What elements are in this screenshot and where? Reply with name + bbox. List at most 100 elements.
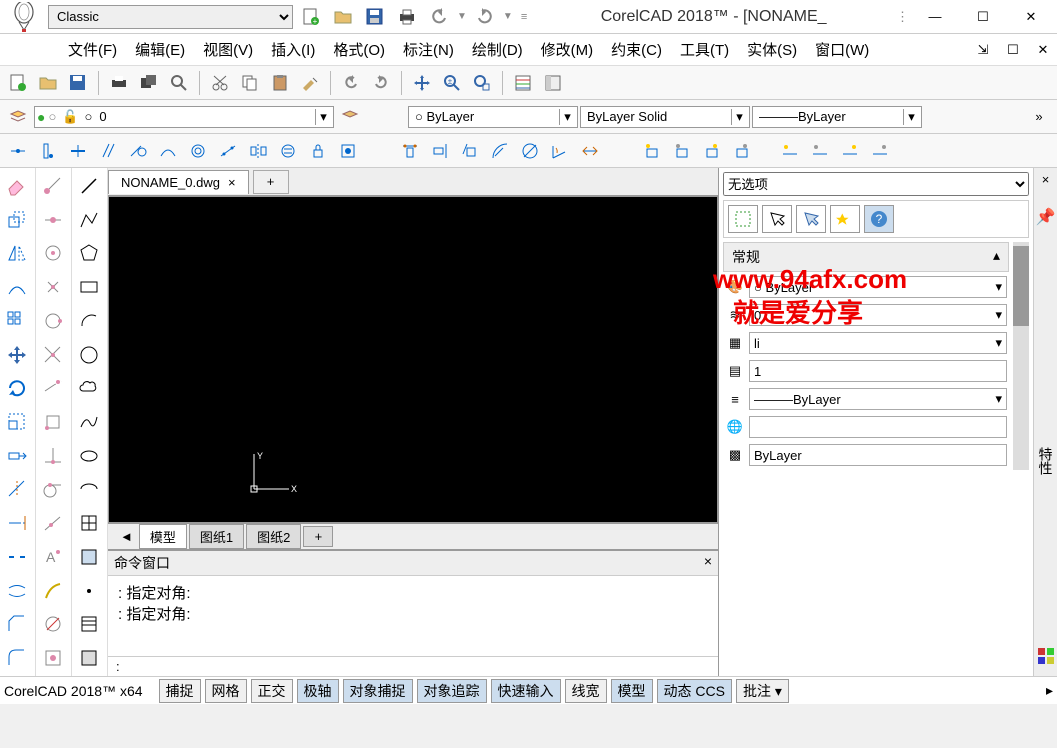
- point-icon[interactable]: [73, 575, 105, 607]
- menu-insert[interactable]: 插入(I): [263, 35, 323, 64]
- constraint-smooth-icon[interactable]: [154, 137, 182, 165]
- dim-show1-icon[interactable]: [776, 137, 804, 165]
- mdi-close-icon[interactable]: ✕: [1029, 36, 1057, 64]
- status-overflow-icon[interactable]: ▸: [1046, 682, 1053, 699]
- prop-blank[interactable]: [749, 416, 1007, 438]
- lineweight-combo[interactable]: ———ByLayer ▾: [752, 106, 922, 128]
- redo-icon-2[interactable]: [367, 69, 395, 97]
- paste-icon[interactable]: [266, 69, 294, 97]
- open-folder-icon[interactable]: [329, 3, 357, 31]
- zoom-realtime-icon[interactable]: ±: [438, 69, 466, 97]
- snap-endpoint-icon[interactable]: [37, 170, 69, 202]
- constraint-concentric-icon[interactable]: [184, 137, 212, 165]
- pan-icon[interactable]: [408, 69, 436, 97]
- copy-icon[interactable]: [236, 69, 264, 97]
- menu-modify[interactable]: 修改(M): [533, 35, 602, 64]
- snap-toggle[interactable]: 捕捉: [159, 679, 201, 703]
- show-dynamic-icon[interactable]: [698, 137, 726, 165]
- command-close-icon[interactable]: ×: [704, 553, 712, 573]
- dim-angular-icon[interactable]: [546, 137, 574, 165]
- menu-tools[interactable]: 工具(T): [672, 35, 737, 64]
- snap-parallel-icon[interactable]: [37, 575, 69, 607]
- close-button[interactable]: ✕: [1009, 3, 1053, 31]
- sheet-prev-icon[interactable]: ◄: [116, 529, 137, 544]
- dim-convert-icon[interactable]: [576, 137, 604, 165]
- polyline-icon[interactable]: [73, 204, 105, 236]
- join-icon[interactable]: [1, 575, 33, 607]
- save-icon[interactable]: [361, 3, 389, 31]
- color-combo[interactable]: ○ ByLayer ▾: [408, 106, 578, 128]
- ellipse-arc-icon[interactable]: [73, 474, 105, 506]
- otrack-toggle[interactable]: 对象追踪: [417, 679, 487, 703]
- new-doc-icon[interactable]: +: [297, 3, 325, 31]
- drawing-viewport[interactable]: YX: [108, 196, 718, 523]
- arc-icon[interactable]: [73, 305, 105, 337]
- undo-icon[interactable]: [425, 3, 453, 31]
- undo-drop[interactable]: ▼: [457, 11, 467, 22]
- select-obj-icon[interactable]: [762, 205, 792, 233]
- redo-icon[interactable]: [471, 3, 499, 31]
- snap-insertion-icon[interactable]: [37, 406, 69, 438]
- zoom-window-icon[interactable]: [468, 69, 496, 97]
- menu-dimension[interactable]: 标注(N): [395, 35, 462, 64]
- save-icon-2[interactable]: [64, 69, 92, 97]
- general-group[interactable]: 常规 ▴: [723, 242, 1009, 272]
- snap-settings-icon[interactable]: [37, 642, 69, 674]
- fillet-icon[interactable]: [1, 642, 33, 674]
- sheet-model[interactable]: 模型: [139, 524, 187, 549]
- pin-icon[interactable]: 📌: [1036, 207, 1056, 227]
- snap-none-icon[interactable]: [37, 609, 69, 641]
- snap-quadrant-icon[interactable]: [37, 305, 69, 337]
- constraint-coincident-icon[interactable]: [4, 137, 32, 165]
- layer-manager-icon[interactable]: [4, 103, 32, 131]
- print-icon-2[interactable]: [105, 69, 133, 97]
- palette-icon[interactable]: [1037, 647, 1055, 668]
- sheet-1[interactable]: 图纸1: [189, 524, 244, 549]
- constraint-tangent-icon[interactable]: [124, 137, 152, 165]
- menu-edit[interactable]: 编辑(E): [127, 35, 193, 64]
- props-scrollbar[interactable]: [1013, 242, 1029, 470]
- anno-toggle[interactable]: 批注 ▾: [736, 679, 789, 703]
- extend-icon[interactable]: [1, 507, 33, 539]
- menu-draw[interactable]: 绘制(D): [464, 35, 531, 64]
- model-toggle[interactable]: 模型: [611, 679, 653, 703]
- array-icon[interactable]: [1, 305, 33, 337]
- collapse-icon[interactable]: ▴: [993, 247, 1000, 264]
- spline-icon[interactable]: [73, 406, 105, 438]
- overflow-icon[interactable]: ≡: [521, 11, 527, 23]
- snap-intersection-icon[interactable]: [37, 339, 69, 371]
- dim-diameter-icon[interactable]: [516, 137, 544, 165]
- scale-icon[interactable]: [1, 406, 33, 438]
- undo-icon-2[interactable]: [337, 69, 365, 97]
- close-tab-icon[interactable]: ×: [228, 175, 236, 190]
- line-icon[interactable]: [73, 170, 105, 202]
- circle-icon[interactable]: [73, 339, 105, 371]
- hide-dynamic-icon[interactable]: [728, 137, 756, 165]
- properties-icon[interactable]: [509, 69, 537, 97]
- workspace-select[interactable]: Classic: [48, 5, 293, 29]
- panel-label[interactable]: 特性: [1036, 447, 1056, 475]
- mirror-icon[interactable]: [1, 237, 33, 269]
- snap-extension-icon[interactable]: [37, 372, 69, 404]
- block-make-icon[interactable]: [73, 541, 105, 573]
- maximize-button[interactable]: ☐: [961, 3, 1005, 31]
- erase-icon[interactable]: [1, 170, 33, 202]
- mdi-max-icon[interactable]: ☐: [999, 36, 1027, 64]
- snap-midpoint-icon[interactable]: [37, 204, 69, 236]
- dim-radius-icon[interactable]: [486, 137, 514, 165]
- command-input[interactable]: :: [108, 656, 718, 676]
- constraint-auto-icon[interactable]: [334, 137, 362, 165]
- new-icon[interactable]: [4, 69, 32, 97]
- hide-all-icon[interactable]: [668, 137, 696, 165]
- mdi-cascade-icon[interactable]: ⇲: [969, 36, 997, 64]
- break-icon[interactable]: [1, 541, 33, 573]
- file-tab[interactable]: NONAME_0.dwg ×: [108, 170, 249, 194]
- dim-horizontal-icon[interactable]: [396, 137, 424, 165]
- stretch-icon[interactable]: [1, 440, 33, 472]
- layer-drop[interactable]: ▾: [315, 109, 331, 125]
- polar-toggle[interactable]: 极轴: [297, 679, 339, 703]
- pick-add-icon[interactable]: [728, 205, 758, 233]
- constraint-collinear-icon[interactable]: [214, 137, 242, 165]
- sheet-add[interactable]: +: [303, 526, 333, 547]
- hatch-icon[interactable]: [73, 609, 105, 641]
